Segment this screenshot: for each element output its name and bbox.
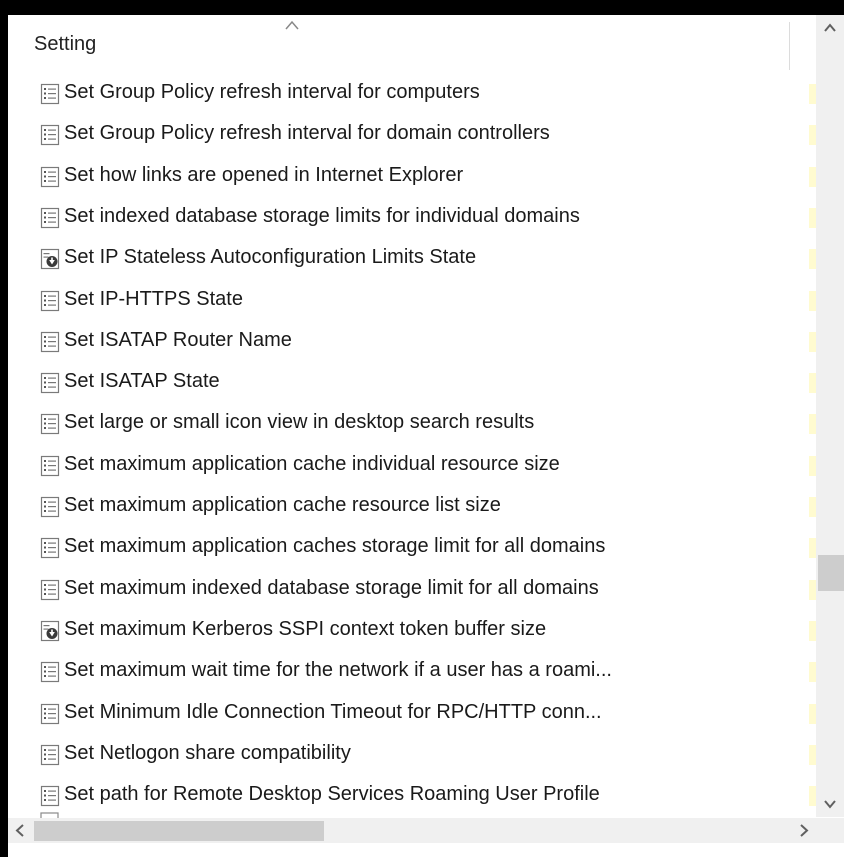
list-item[interactable]: Set maximum indexed database storage lim… (8, 570, 816, 610)
list-item[interactable]: Set maximum application cache resource l… (8, 487, 816, 527)
column-title-setting[interactable]: Setting (34, 33, 96, 56)
scrollbar-corner (816, 818, 844, 843)
setting-name: Set Group Policy refresh interval for co… (64, 81, 480, 103)
horizontal-scrollbar[interactable] (8, 818, 816, 843)
policy-list-icon (40, 703, 60, 725)
list-item[interactable]: Set maximum application caches storage l… (8, 528, 816, 568)
setting-name: Set maximum Kerberos SSPI context token … (64, 617, 547, 640)
policy-list-icon (40, 785, 60, 807)
scroll-right-button[interactable] (790, 818, 816, 843)
horizontal-scroll-thumb[interactable] (34, 821, 324, 841)
policy-list-icon (40, 166, 60, 188)
policy-list-icon (40, 455, 60, 477)
chevron-left-icon (15, 824, 24, 837)
state-column-cell (809, 331, 816, 352)
policy-list-icon (40, 207, 60, 229)
setting-name: Set maximum application cache resource l… (64, 494, 501, 516)
scroll-down-button[interactable] (816, 791, 844, 817)
list-item[interactable]: Set path for Remote Desktop Services Roa… (8, 776, 816, 816)
list-item[interactable]: Set IP Stateless Autoconfiguration Limit… (8, 239, 816, 279)
state-column-cell (809, 662, 816, 683)
scroll-left-button[interactable] (8, 818, 34, 843)
policy-download-icon (40, 620, 60, 642)
chevron-right-icon (800, 824, 809, 837)
setting-name: Set maximum wait time for the network if… (64, 659, 612, 682)
policy-list-icon (40, 537, 60, 559)
state-column-cell (809, 249, 816, 270)
setting-name: Set maximum application cache individual… (64, 452, 560, 475)
state-column-cell (809, 538, 816, 559)
list-item[interactable]: Set large or small icon view in desktop … (8, 404, 816, 444)
state-column-cell (809, 414, 816, 435)
state-column-cell (809, 84, 816, 104)
state-column-cell (809, 786, 816, 807)
policy-list-icon (40, 496, 60, 518)
settings-list-pane: Setting Set Group Policy refresh interva… (8, 15, 844, 857)
chevron-down-icon (824, 800, 836, 809)
setting-name: Set IP Stateless Autoconfiguration Limit… (64, 246, 477, 269)
setting-name: Set large or small icon view in desktop … (64, 411, 535, 434)
column-separator[interactable] (789, 22, 790, 70)
state-column-cell (809, 290, 816, 311)
list-item[interactable]: Set maximum wait time for the network if… (8, 652, 816, 692)
policy-list-icon (40, 124, 60, 146)
policy-download-icon (40, 248, 60, 270)
settings-list: Set Group Policy refresh interval for co… (8, 74, 816, 818)
policy-list-icon (40, 661, 60, 683)
state-column-cell (809, 497, 816, 517)
setting-name: Set path for Remote Desktop Services Roa… (64, 783, 600, 806)
setting-name: Set indexed database storage limits for … (64, 204, 580, 227)
list-item[interactable]: Set maximum Kerberos SSPI context token … (8, 611, 816, 651)
setting-name: Set how links are opened in Internet Exp… (64, 163, 464, 186)
setting-name: Set Group Policy refresh interval for do… (64, 122, 550, 145)
list-item[interactable]: Set how links are opened in Internet Exp… (8, 157, 816, 197)
state-column-cell (809, 579, 816, 600)
list-item[interactable]: Set Minimum Idle Connection Timeout for … (8, 694, 816, 734)
policy-list-icon (40, 290, 60, 312)
list-item[interactable]: Set IP-HTTPS State (8, 281, 816, 321)
setting-name: Set ISATAP State (64, 370, 220, 393)
state-column-cell (809, 207, 816, 228)
policy-list-icon (40, 744, 60, 766)
list-item[interactable]: Set Group Policy refresh interval for do… (8, 115, 816, 155)
column-header[interactable]: Setting (8, 15, 816, 70)
setting-name: Set Netlogon share compatibility (64, 741, 351, 764)
list-item[interactable]: Set Netlogon share compatibility (8, 735, 816, 775)
chevron-up-icon (824, 23, 836, 32)
list-item[interactable]: Set indexed database storage limits for … (8, 198, 816, 238)
sort-ascending-icon (285, 20, 299, 30)
policy-list-icon (40, 372, 60, 394)
setting-name: Set ISATAP Router Name (64, 328, 292, 351)
policy-list-icon (40, 413, 60, 435)
vertical-scrollbar[interactable] (816, 15, 844, 817)
list-item[interactable]: Set ISATAP Router Name (8, 322, 816, 362)
list-item[interactable]: Set ISATAP State (8, 363, 816, 403)
vertical-scroll-thumb[interactable] (818, 555, 844, 592)
setting-name: Set Minimum Idle Connection Timeout for … (64, 700, 602, 723)
setting-name: Set maximum indexed database storage lim… (64, 576, 599, 599)
policy-list-icon (40, 83, 60, 105)
setting-name: Set IP-HTTPS State (64, 287, 243, 310)
state-column-cell (809, 125, 816, 146)
setting-name: Set maximum application caches storage l… (64, 535, 606, 558)
list-item[interactable]: Set maximum application cache individual… (8, 446, 816, 486)
state-column-cell (809, 703, 816, 724)
scroll-up-button[interactable] (816, 15, 844, 41)
list-item[interactable]: Set Group Policy refresh interval for co… (8, 74, 816, 114)
policy-list-icon (40, 331, 60, 353)
state-column-cell (809, 166, 816, 187)
state-column-cell (809, 620, 816, 641)
policy-list-icon (40, 579, 60, 601)
state-column-cell (809, 373, 816, 394)
state-column-cell (809, 455, 816, 476)
state-column-cell (809, 744, 816, 765)
